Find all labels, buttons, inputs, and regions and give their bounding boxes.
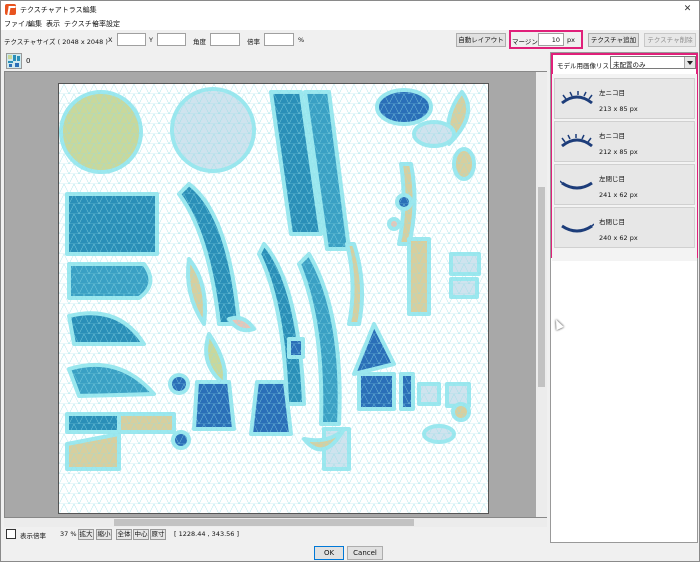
status-bar: 表示倍率 37 % 拡大 縮小 全体 中心 原寸 [ 1228.44 , 343… [4, 528, 547, 541]
list-item-size: 212 x 85 px [599, 148, 638, 156]
ok-button[interactable]: OK [314, 546, 344, 560]
scale-label: 倍率 [247, 38, 260, 46]
display-scale-label: 表示倍率 [20, 532, 46, 540]
menu-edit[interactable]: 編集 [28, 19, 42, 29]
smiling-eye-right-icon [561, 134, 593, 148]
list-item-name: 左ニコ目 [599, 89, 625, 97]
list-item[interactable]: 右閉じ目 240 x 62 px [554, 207, 695, 248]
cursor-coordinates: [ 1228.44 , 343.56 ] [174, 530, 240, 538]
texture-atlas-window: テクスチャアトラス編集 ✕ ファイル 編集 表示 テクスチャ 倍率設定 テクスチ… [0, 0, 700, 562]
list-item[interactable]: 右ニコ目 212 x 85 px [554, 121, 695, 162]
close-icon: ✕ [683, 4, 692, 14]
zoom-out-button[interactable]: 縮小 [96, 529, 112, 540]
list-item-size: 241 x 62 px [599, 191, 638, 199]
texture-atlas-canvas[interactable] [58, 83, 489, 514]
title-bar: テクスチャアトラス編集 ✕ [1, 1, 699, 18]
fit-all-button[interactable]: 全体 [116, 529, 132, 540]
x-input[interactable] [117, 33, 146, 46]
angle-label: 角度 [193, 38, 206, 46]
y-label: Y [149, 36, 153, 44]
model-image-list-panel: モデル用画像リスト 未配置のみ 左ニコ目 213 x 85 px 右ニコ目 21… [550, 52, 698, 543]
window-title: テクスチャアトラス編集 [20, 6, 97, 14]
texture-thumbnail-preview [8, 55, 20, 67]
close-button[interactable]: ✕ [676, 1, 699, 18]
auto-layout-button[interactable]: 自動レイアウト [456, 33, 506, 47]
list-item-size: 240 x 62 px [599, 234, 638, 242]
list-item-name: 右閉じ目 [599, 218, 625, 226]
app-icon [5, 4, 16, 15]
angle-input[interactable] [210, 33, 240, 46]
vertical-scroll-thumb[interactable] [538, 187, 545, 387]
add-texture-button[interactable]: テクスチャ追加 [588, 33, 639, 47]
toolbar: テクスチャサイズ ( 2048 x 2048 ) X Y 角度 倍率 % 自動レ… [1, 30, 699, 49]
delete-texture-button[interactable]: テクスチャ削除 [644, 33, 696, 47]
horizontal-scroll-thumb[interactable] [114, 519, 414, 526]
closed-eye-right-icon [561, 223, 594, 233]
x-label: X [108, 36, 113, 44]
menu-view[interactable]: 表示 [46, 19, 60, 29]
list-item-name: 左閉じ目 [599, 175, 625, 183]
texture-parts-drawing [59, 84, 488, 513]
vertical-scrollbar[interactable] [536, 72, 547, 517]
horizontal-scrollbar[interactable] [4, 518, 547, 527]
smiling-eye-left-icon [561, 91, 593, 105]
texture-thumbnail[interactable] [6, 53, 22, 69]
y-input[interactable] [157, 33, 186, 46]
list-item-size: 213 x 85 px [599, 105, 638, 113]
model-image-list: 左ニコ目 213 x 85 px 右ニコ目 212 x 85 px 左閉じ目 2… [552, 74, 697, 261]
display-scale-checkbox[interactable] [6, 529, 16, 539]
center-button[interactable]: 中心 [133, 529, 149, 540]
list-item-name: 右ニコ目 [599, 132, 625, 140]
list-item[interactable]: 左ニコ目 213 x 85 px [554, 78, 695, 119]
texture-size-label: テクスチャサイズ ( 2048 x 2048 ) [4, 38, 108, 46]
menu-scale-settings[interactable]: 倍率設定 [92, 19, 120, 29]
scale-input[interactable] [264, 33, 294, 46]
zoom-in-button[interactable]: 拡大 [78, 529, 94, 540]
closed-eye-left-icon [560, 180, 593, 190]
percent-label: % [298, 36, 305, 44]
menu-bar: ファイル 編集 表示 テクスチャ 倍率設定 [1, 18, 699, 30]
scale-readout: 37 % [60, 530, 77, 538]
margin-highlight [509, 30, 583, 49]
cancel-button[interactable]: Cancel [347, 546, 383, 560]
canvas-viewport[interactable] [4, 71, 547, 518]
actual-size-button[interactable]: 原寸 [150, 529, 166, 540]
list-item[interactable]: 左閉じ目 241 x 62 px [554, 164, 695, 205]
texture-tab-label: 0 [26, 57, 31, 65]
